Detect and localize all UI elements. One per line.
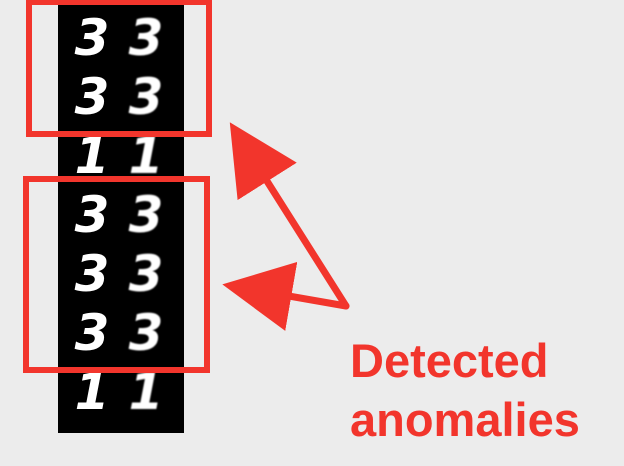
arrow-group [222,122,350,331]
digit-input: 3 [75,9,110,67]
arrow-icon [229,122,350,310]
digit-reconstruction: 3 [129,304,164,362]
annotation-label-line1: Detected [350,334,549,387]
arrow-icon [222,261,350,331]
digit-input: 3 [75,245,110,303]
digit-reconstruction: 3 [129,9,164,67]
annotation-label-line2: anomalies [350,393,580,446]
diagram-canvas: 3 33 31 13 33 33 31 1 Detected anomalies [23,0,580,446]
digit-reconstruction: 3 [129,186,164,244]
anomaly-diagram: 33331133333311 Detected anomalies [0,0,624,466]
digit-reconstruction: 3 [129,245,164,303]
digit-input: 3 [75,304,110,362]
digit-input: 3 [75,186,110,244]
digit-input: 3 [75,68,110,126]
digit-reconstruction: 3 [129,68,164,126]
